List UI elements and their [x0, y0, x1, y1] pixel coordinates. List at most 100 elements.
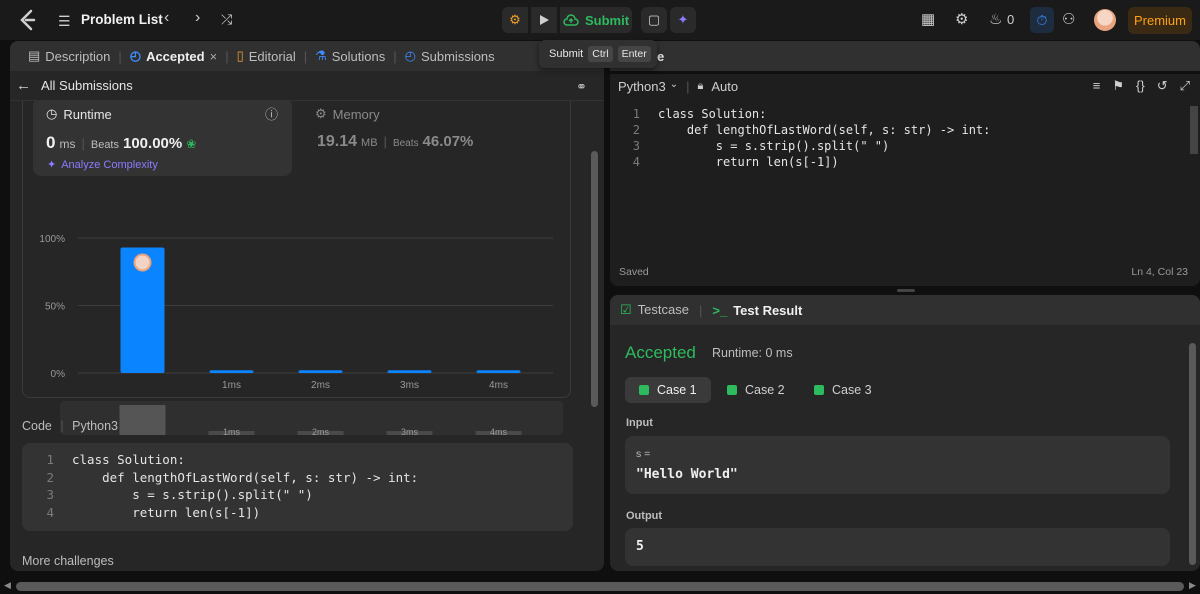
editor-code-line: 3 s = s.strip().split(" ") — [632, 139, 890, 153]
gear-icon[interactable]: ⚙ — [955, 10, 968, 28]
link-icon[interactable]: ⚭ — [576, 79, 587, 95]
expand-icon[interactable]: ⤢ — [1180, 78, 1190, 94]
note-icon[interactable]: ▢ — [641, 7, 667, 33]
shuffle-icon[interactable]: ⤮ — [221, 11, 232, 28]
tab-solutions[interactable]: ⚗ Solutions — [307, 48, 393, 64]
scroll-right-icon[interactable]: ▶ — [1189, 580, 1196, 591]
flask-icon: ⚗ — [315, 48, 327, 63]
all-submissions-link[interactable]: All Submissions — [41, 78, 133, 93]
code-lang: Python3 — [72, 419, 118, 433]
leetcode-logo-icon[interactable] — [18, 9, 38, 31]
run-controls: ⚙ Submit ▢ ✦ — [502, 7, 696, 33]
mode-label[interactable]: Auto — [711, 79, 738, 94]
book-icon: ▯ — [236, 48, 244, 63]
tooltip-label: Submit — [549, 48, 584, 60]
chevron-left-icon[interactable]: ‹ — [164, 9, 169, 27]
tab-submissions[interactable]: ◴ Submissions — [397, 48, 503, 64]
minimap-bar — [119, 405, 166, 435]
description-icon: ▤ — [28, 48, 41, 63]
editor-code-area[interactable]: 1 class Solution: 2 def lengthOfLastWord(s… — [618, 106, 991, 170]
scroll-left-icon[interactable]: ◀ — [4, 580, 11, 591]
layout-icon[interactable]: ▦ — [921, 10, 935, 28]
minimap-tick-label: 1ms — [223, 427, 241, 437]
case-2-tab[interactable]: Case 2 — [713, 377, 799, 403]
editor-code-line: 2 def lengthOfLastWord(self, s: str) -> … — [632, 123, 991, 137]
check-square-icon: ☑ — [620, 302, 632, 317]
output-value: 5 — [636, 539, 644, 554]
tab-editorial[interactable]: ▯ Editorial — [229, 48, 304, 64]
x-tick-label: 4ms — [489, 380, 508, 391]
editor-header: e — [610, 41, 1200, 71]
add-user-icon[interactable]: ⚇ — [1062, 10, 1075, 28]
debug-icon[interactable]: ⚙ — [502, 7, 528, 33]
list-icon[interactable]: ☰ — [58, 13, 71, 30]
problem-list-link[interactable]: Problem List — [81, 12, 163, 27]
code-line: 3 s = s.strip().split(" ") — [46, 487, 313, 502]
case-label: Case 3 — [832, 383, 872, 397]
play-icon — [540, 15, 549, 25]
close-icon[interactable]: × — [210, 49, 218, 64]
minimap-tick-label: 3ms — [401, 427, 419, 437]
tab-test-result[interactable]: >_ Test Result — [712, 303, 802, 318]
runtime-distribution-chart[interactable]: 0% 50% 100% 1ms 1ms 2ms 2ms 3ms 3ms 4ms 4ms — [10, 101, 590, 441]
tab-label: Submissions — [420, 48, 495, 64]
x-tick-label: 1ms — [222, 380, 241, 391]
tab-label: Test Result — [733, 302, 803, 318]
key-enter: Enter — [617, 46, 651, 62]
reset-icon[interactable]: ↺ — [1157, 78, 1168, 94]
avatar[interactable] — [1094, 9, 1116, 31]
submit-button[interactable]: Submit — [560, 7, 632, 33]
editor-toolbar: Python3 ⌄ | 🔒︎ Auto ≡ ⚑ {} ↺ ⤢ — [618, 78, 1190, 94]
arrow-left-icon[interactable]: ← — [16, 77, 31, 94]
lock-icon: 🔒︎ — [697, 79, 704, 92]
premium-button[interactable]: Premium — [1128, 7, 1192, 34]
language-select[interactable]: Python3 ⌄ — [618, 79, 678, 94]
sparkle-icon[interactable]: ✦ — [670, 7, 696, 33]
cloud-upload-icon — [563, 14, 579, 26]
tab-label: Accepted — [146, 48, 205, 64]
bookmark-icon[interactable]: ⚑ — [1112, 78, 1124, 94]
y-tick-label: 50% — [45, 302, 65, 313]
left-scrollbar[interactable] — [591, 151, 598, 407]
left-panel: ▤ Description | ◴ Accepted × | ▯ Editori… — [10, 41, 604, 571]
input-var: s = — [636, 448, 651, 460]
output-box: 5 — [625, 528, 1170, 566]
case-label: Case 2 — [745, 383, 785, 397]
tab-description[interactable]: ▤ Description — [20, 48, 118, 64]
tab-label: Solutions — [331, 48, 386, 64]
tab-accepted[interactable]: ◴ Accepted × — [122, 48, 225, 64]
all-submissions-bar: ← All Submissions ⚭ — [10, 71, 604, 101]
format-icon[interactable]: ≡ — [1093, 78, 1101, 94]
editor-scrollbar[interactable] — [1190, 106, 1198, 154]
case-1-tab[interactable]: Case 1 — [625, 377, 711, 403]
panel-resize-handle[interactable] — [897, 289, 915, 292]
result-scrollbar[interactable] — [1189, 343, 1196, 565]
timer-icon[interactable]: ⏱ — [1030, 7, 1054, 33]
braces-icon[interactable]: {} — [1136, 78, 1145, 94]
submit-shortcut-tooltip: Submit Ctrl Enter — [539, 40, 657, 68]
run-button[interactable] — [531, 7, 557, 33]
chart-bar[interactable] — [298, 370, 343, 373]
x-tick-label: 2ms — [311, 380, 330, 391]
input-value: "Hello World" — [636, 467, 738, 482]
tab-testcase[interactable]: ☑ Testcase — [620, 302, 689, 318]
code-line: 2 def lengthOfLastWord(self, s: str) -> … — [46, 469, 419, 485]
code-label: Code — [22, 419, 52, 433]
flame-icon[interactable]: ♨ — [989, 10, 1002, 28]
y-tick-label: 100% — [39, 234, 65, 245]
horizontal-scrollbar[interactable] — [16, 582, 1184, 591]
result-runtime: Runtime: 0 ms — [712, 346, 793, 360]
check-icon — [639, 385, 649, 395]
chart-bar[interactable] — [209, 370, 254, 373]
case-3-tab[interactable]: Case 3 — [800, 377, 886, 403]
top-bar: ☰ Problem List ‹ › ⤮ ⚙ Submit ▢ ✦ ▦ ⚙ ♨ … — [0, 0, 1200, 40]
chevron-right-icon[interactable]: › — [195, 9, 200, 27]
cursor-position: Ln 4, Col 23 — [1131, 266, 1188, 278]
more-challenges-heading: More challenges — [22, 554, 114, 568]
saved-status: Saved — [619, 266, 649, 278]
history-icon: ◴ — [404, 48, 416, 63]
editor-code-line: 1 class Solution: — [632, 107, 767, 121]
chart-bar[interactable] — [387, 370, 432, 373]
code-line: 1 class Solution: — [46, 452, 185, 467]
chart-bar[interactable] — [476, 370, 521, 373]
